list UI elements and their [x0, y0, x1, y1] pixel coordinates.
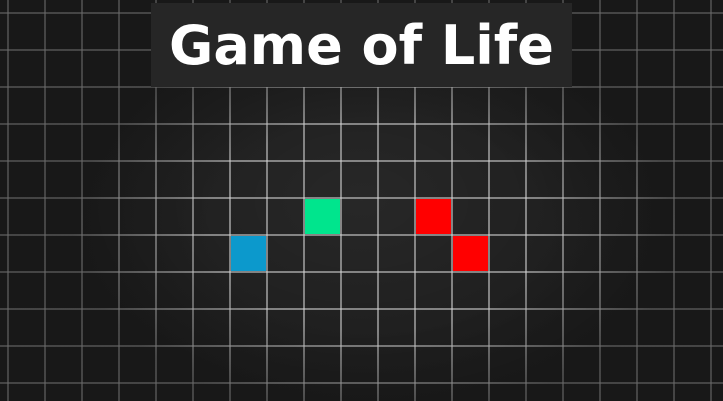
live-cell[interactable] — [305, 199, 340, 234]
live-cell[interactable] — [231, 236, 266, 271]
title-banner: Game of Life — [151, 3, 572, 87]
live-cell[interactable] — [453, 236, 488, 271]
live-cell[interactable] — [416, 199, 451, 234]
page-title: Game of Life — [169, 13, 554, 77]
